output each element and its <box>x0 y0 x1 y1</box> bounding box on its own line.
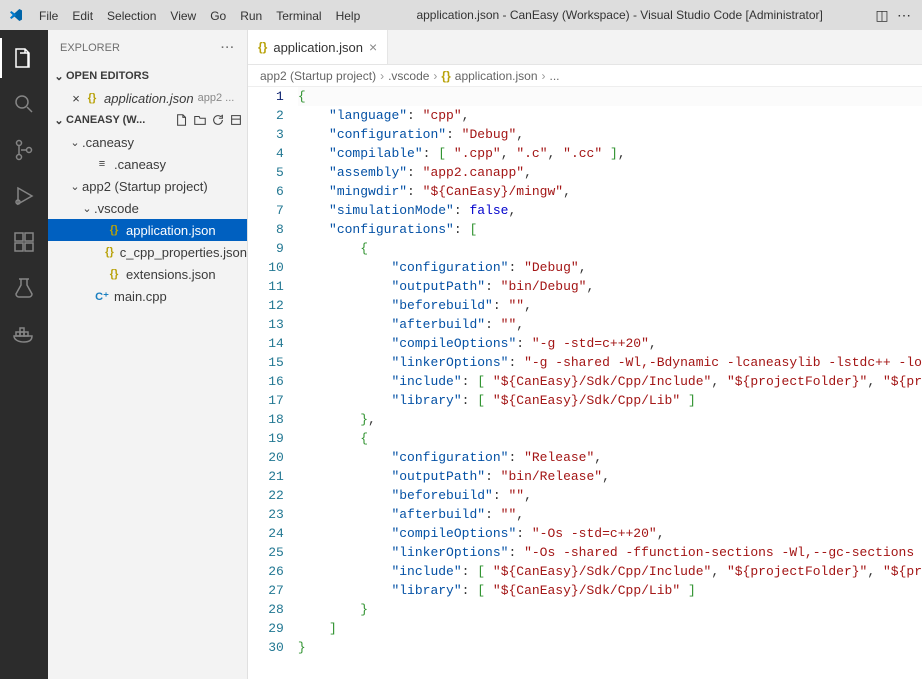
window-controls: ◫ ⋯ <box>872 7 914 24</box>
json-icon: {} <box>103 244 116 260</box>
code-editor[interactable]: 1234567891011121314151617181920212223242… <box>248 87 922 679</box>
sidebar-more-icon[interactable]: ··· <box>221 42 235 54</box>
editor-tabs: {}application.json× <box>248 30 922 65</box>
new-folder-icon[interactable] <box>193 113 207 127</box>
activity-bar <box>0 30 48 679</box>
json-icon: {} <box>106 266 122 282</box>
menu-run[interactable]: Run <box>233 5 269 27</box>
close-icon[interactable]: × <box>369 39 377 55</box>
open-editors-header[interactable]: ⌄ OPEN EDITORS <box>48 65 247 87</box>
open-editors-list: ×{}application.jsonapp2 ... <box>48 87 247 109</box>
file--caneasy[interactable]: ≡.caneasy <box>48 153 247 175</box>
chevron-down-icon: ⌄ <box>52 70 66 83</box>
breadcrumb-item[interactable]: .vscode <box>388 69 429 83</box>
breadcrumb-item[interactable]: application.json <box>455 69 538 83</box>
editor-area: {}application.json× app2 (Startup projec… <box>248 30 922 679</box>
vscode-window: FileEditSelectionViewGoRunTerminalHelp a… <box>0 0 922 679</box>
breadcrumb-item[interactable]: app2 (Startup project) <box>260 69 376 83</box>
chevron-down-icon: ⌄ <box>68 180 82 193</box>
vscode-logo-icon <box>8 7 24 23</box>
chevron-down-icon: ⌄ <box>52 114 66 127</box>
close-icon[interactable]: × <box>68 91 84 106</box>
titlebar: FileEditSelectionViewGoRunTerminalHelp a… <box>0 0 922 30</box>
folder--caneasy[interactable]: ⌄.caneasy <box>48 131 247 153</box>
breadcrumb-item[interactable]: ... <box>550 69 560 83</box>
tab-application-json[interactable]: {}application.json× <box>248 30 388 64</box>
window-title: application.json - CanEasy (Workspace) -… <box>371 8 868 22</box>
chevron-down-icon: ⌄ <box>68 136 82 149</box>
file-tree: ⌄.caneasy≡.caneasy⌄app2 (Startup project… <box>48 131 247 679</box>
file-application-json[interactable]: {}application.json <box>48 219 247 241</box>
json-icon: {} <box>106 222 122 238</box>
code-content[interactable]: { "language": "cpp", "configuration": "D… <box>298 87 922 679</box>
workspace-header[interactable]: ⌄ CANEASY (W... <box>48 109 247 131</box>
extensions-icon[interactable] <box>0 222 48 262</box>
sidebar: EXPLORER ··· ⌄ OPEN EDITORS ×{}applicati… <box>48 30 248 679</box>
file-main-cpp[interactable]: C⁺main.cpp <box>48 285 247 307</box>
menu-go[interactable]: Go <box>203 5 233 27</box>
run-debug-icon[interactable] <box>0 176 48 216</box>
menu-file[interactable]: File <box>32 5 65 27</box>
file-extensions-json[interactable]: {}extensions.json <box>48 263 247 285</box>
testing-icon[interactable] <box>0 268 48 308</box>
breadcrumbs[interactable]: app2 (Startup project) › .vscode ›{} app… <box>248 65 922 87</box>
menu-help[interactable]: Help <box>329 5 368 27</box>
sidebar-title: EXPLORER ··· <box>48 30 247 65</box>
json-icon: {} <box>258 40 267 54</box>
file-c-cpp-properties-json[interactable]: {}c_cpp_properties.json <box>48 241 247 263</box>
json-icon: {} <box>441 69 450 83</box>
search-icon[interactable] <box>0 84 48 124</box>
line-number-gutter: 1234567891011121314151617181920212223242… <box>248 87 298 679</box>
files-icon[interactable] <box>0 38 48 78</box>
layout-icon[interactable]: ◫ <box>872 7 892 24</box>
docker-icon[interactable] <box>0 314 48 354</box>
menu-edit[interactable]: Edit <box>65 5 100 27</box>
folder--vscode[interactable]: ⌄.vscode <box>48 197 247 219</box>
menu-selection[interactable]: Selection <box>100 5 163 27</box>
menu-view[interactable]: View <box>163 5 203 27</box>
menu-terminal[interactable]: Terminal <box>269 5 328 27</box>
folder-app2--startup-project-[interactable]: ⌄app2 (Startup project) <box>48 175 247 197</box>
file-icon: ≡ <box>94 156 110 172</box>
refresh-icon[interactable] <box>211 113 225 127</box>
more-icon[interactable]: ⋯ <box>894 7 914 24</box>
collapse-icon[interactable] <box>229 113 243 127</box>
new-file-icon[interactable] <box>175 113 189 127</box>
open-editor-item[interactable]: ×{}application.jsonapp2 ... <box>48 87 247 109</box>
chevron-down-icon: ⌄ <box>80 202 94 215</box>
json-icon: {} <box>84 90 100 106</box>
cpp-icon: C⁺ <box>94 288 110 304</box>
source-control-icon[interactable] <box>0 130 48 170</box>
